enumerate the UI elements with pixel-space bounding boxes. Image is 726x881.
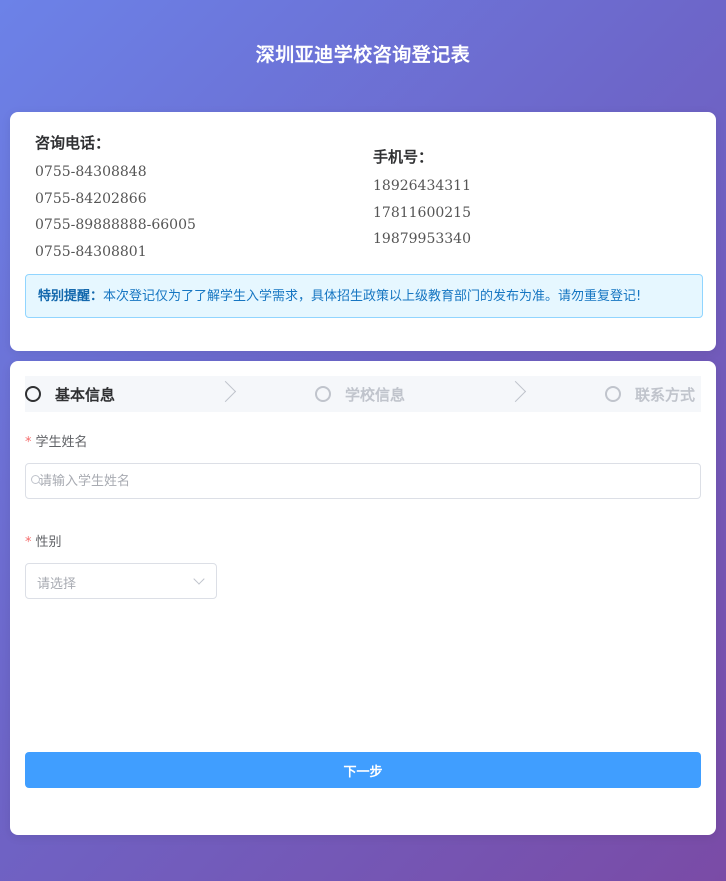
mobile-heading: 手机号： xyxy=(373,148,434,166)
steps-bar: 基本信息 学校信息 联系方式 xyxy=(25,376,701,412)
required-mark: * xyxy=(25,435,32,450)
mobile-number: 17811600215 xyxy=(373,204,471,221)
notice-alert: 特别提醒：本次登记仅为了了解学生入学需求，具体招生政策以上级教育部门的发布为准。… xyxy=(25,274,703,318)
consult-phone-heading: 咨询电话： xyxy=(35,134,111,152)
notice-text: 本次登记仅为了了解学生入学需求，具体招生政策以上级教育部门的发布为准。请勿重复登… xyxy=(103,289,642,304)
gender-select-placeholder: 请选择 xyxy=(37,577,77,592)
contact-info-card: 咨询电话： 0755-84308848 0755-84202866 0755-8… xyxy=(10,112,716,351)
student-name-field[interactable] xyxy=(25,463,701,499)
step-label: 基本信息 xyxy=(55,385,116,404)
gender-label-text: 性别 xyxy=(35,535,62,550)
mobile-number: 19879953340 xyxy=(373,231,471,247)
step-basic-info: 基本信息 xyxy=(25,376,115,412)
gender-select[interactable]: 请选择 xyxy=(25,563,217,599)
step-circle-icon xyxy=(25,386,41,402)
phone-number: 0755-84308848 xyxy=(35,164,147,180)
student-name-label: * 学生姓名 xyxy=(25,431,88,450)
mobile-section: 手机号： 18926434311 17811600215 19879953340 xyxy=(373,146,471,253)
notice-label: 特别提醒： xyxy=(38,289,104,304)
student-name-label-text: 学生姓名 xyxy=(35,435,88,450)
step-circle-icon xyxy=(605,386,621,402)
next-step-button[interactable]: 下一步 xyxy=(25,752,701,788)
step-label: 学校信息 xyxy=(345,385,406,404)
phone-number: 0755-84202866 xyxy=(35,190,147,207)
phone-number: 0755-84308801 xyxy=(35,243,147,260)
mobile-number: 18926434311 xyxy=(373,178,471,194)
student-name-input[interactable] xyxy=(37,472,681,490)
search-icon xyxy=(31,475,40,484)
phone-number: 0755-89888888-66005 xyxy=(35,217,196,233)
step-circle-icon xyxy=(315,386,331,402)
registration-form-card: 基本信息 学校信息 联系方式 *学生姓名 *性别 请选择 下一步 xyxy=(10,361,716,835)
chevron-right-icon xyxy=(504,380,527,403)
consult-phone-section: 咨询电话： 0755-84308848 0755-84202866 0755-8… xyxy=(35,132,196,265)
required-mark: * xyxy=(25,535,32,550)
chevron-down-icon xyxy=(193,573,205,585)
gender-label: * 性别 xyxy=(25,531,62,550)
step-label: 联系方式 xyxy=(635,385,696,404)
step-contact-method: 联系方式 xyxy=(605,376,695,412)
page-title: 深圳亚迪学校咨询登记表 xyxy=(255,44,471,66)
step-school-info: 学校信息 xyxy=(315,376,405,412)
chevron-right-icon xyxy=(214,380,237,403)
